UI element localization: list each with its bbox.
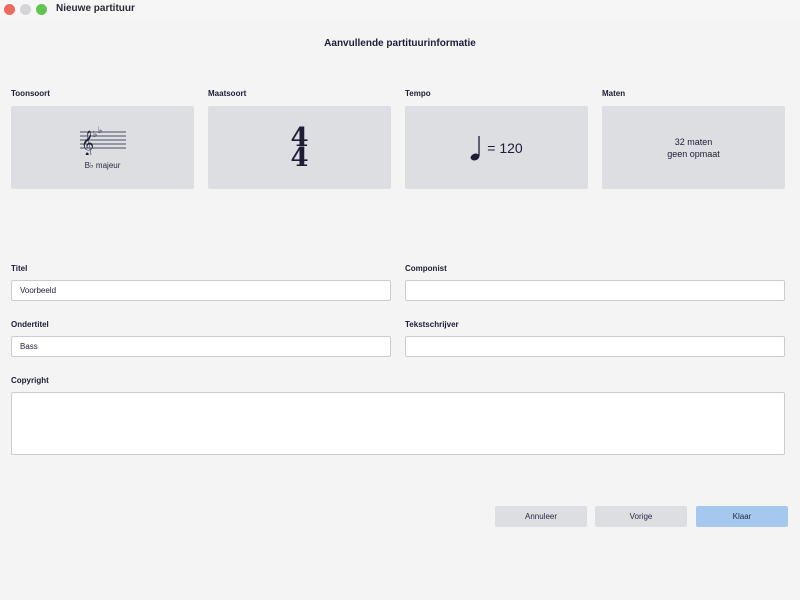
copyright-label: Copyright bbox=[11, 376, 49, 385]
quarter-note-icon bbox=[470, 135, 480, 160]
lyricist-label: Tekstschrijver bbox=[405, 320, 459, 329]
key-signature-label: Toonsoort bbox=[11, 89, 50, 98]
treble-clef-key-signature-icon: 𝄞 ♭ ♭ bbox=[79, 126, 126, 155]
close-window-button[interactable] bbox=[4, 4, 15, 15]
time-signature-label: Maatsoort bbox=[208, 89, 247, 98]
composer-input[interactable] bbox=[405, 280, 785, 301]
back-button[interactable]: Vorige bbox=[595, 506, 687, 527]
title-input[interactable] bbox=[11, 280, 391, 301]
copyright-textarea[interactable] bbox=[11, 392, 785, 455]
page-heading: Aanvullende partituurinformatie bbox=[324, 38, 476, 49]
measures-label: Maten bbox=[602, 89, 626, 98]
maximize-window-button[interactable] bbox=[36, 4, 47, 15]
minimize-window-button[interactable] bbox=[20, 4, 31, 15]
time-signature-glyph: 4 4 bbox=[290, 125, 309, 173]
key-signature-value: B♭ majeur bbox=[84, 161, 121, 170]
tempo-value: = 120 bbox=[487, 139, 523, 156]
finish-button[interactable]: Klaar bbox=[696, 506, 788, 527]
composer-label: Componist bbox=[405, 264, 447, 273]
measures-card[interactable]: 32 maten geen opmaat bbox=[602, 106, 785, 189]
lyricist-input[interactable] bbox=[405, 336, 785, 357]
key-signature-card[interactable]: 𝄞 ♭ ♭ B♭ majeur bbox=[11, 106, 194, 189]
subtitle-label: Ondertitel bbox=[11, 320, 49, 329]
svg-text:♭: ♭ bbox=[98, 126, 102, 136]
window-title: Nieuwe partituur bbox=[56, 3, 135, 14]
svg-text:♭: ♭ bbox=[93, 130, 97, 140]
window-titlebar: Nieuwe partituur bbox=[0, 0, 800, 20]
tempo-label: Tempo bbox=[405, 89, 431, 98]
title-label: Titel bbox=[11, 264, 28, 273]
subtitle-input[interactable] bbox=[11, 336, 391, 357]
cancel-button[interactable]: Annuleer bbox=[495, 506, 587, 527]
tempo-card[interactable]: = 120 bbox=[405, 106, 588, 189]
measures-count: 32 maten bbox=[674, 136, 713, 147]
time-signature-card[interactable]: 4 4 bbox=[208, 106, 391, 189]
measures-pickup: geen opmaat bbox=[667, 148, 720, 159]
time-signature-denominator: 4 bbox=[290, 142, 309, 173]
